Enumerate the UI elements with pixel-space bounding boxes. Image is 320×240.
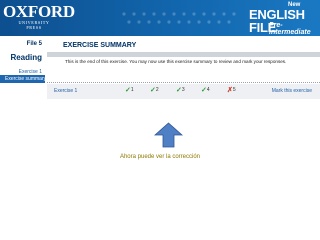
oxford-logo-subtitle: UNIVERSITY PRESS bbox=[9, 20, 59, 31]
up-arrow-icon bbox=[154, 122, 183, 148]
result-item-4[interactable]: ✓4 bbox=[201, 86, 210, 94]
oxford-logo: OXFORD bbox=[3, 2, 75, 21]
exercise-row: Exercise 1 ✓1 ✓2 ✓3 ✓4 ✗5 Mark this exer… bbox=[47, 84, 320, 99]
title-divider bbox=[47, 52, 320, 57]
course-level: Pre-intermediate bbox=[269, 22, 311, 36]
oxford-logo-sub-line-2: PRESS bbox=[26, 24, 42, 30]
result-item-5[interactable]: ✗5 bbox=[227, 86, 236, 94]
annotation-caption: Ahora puede ver la corrección bbox=[119, 154, 201, 160]
sidebar-item-exercise-summary[interactable]: Exercise summary bbox=[0, 75, 45, 83]
result-item-1[interactable]: ✓1 bbox=[125, 86, 134, 94]
sidebar-file-label: File 5 bbox=[26, 41, 42, 47]
exercise-row-label[interactable]: Exercise 1 bbox=[54, 88, 77, 94]
page-title: EXERCISE SUMMARY bbox=[63, 42, 137, 49]
decorative-dots-icon bbox=[122, 12, 236, 24]
main-panel: EXERCISE SUMMARY This is the end of this… bbox=[47, 36, 320, 240]
result-item-2[interactable]: ✓2 bbox=[150, 86, 159, 94]
result-item-3[interactable]: ✓3 bbox=[176, 86, 185, 94]
result-item-number: 4 bbox=[206, 87, 210, 93]
result-item-number: 1 bbox=[130, 87, 134, 93]
sidebar-section-label: Reading bbox=[10, 53, 42, 62]
mark-exercise-link[interactable]: Mark this exercise bbox=[272, 88, 312, 94]
app-header: OXFORD UNIVERSITY PRESS New ENGLISH FILE… bbox=[0, 0, 320, 36]
sidebar: File 5 Reading Exercise 1 Exercise summa… bbox=[0, 36, 45, 240]
summary-instructions: This is the end of this exercise. You ma… bbox=[65, 59, 287, 64]
result-item-number: 2 bbox=[155, 87, 159, 93]
dotted-divider bbox=[47, 82, 320, 83]
result-item-number: 5 bbox=[232, 87, 236, 93]
result-item-number: 3 bbox=[181, 87, 185, 93]
